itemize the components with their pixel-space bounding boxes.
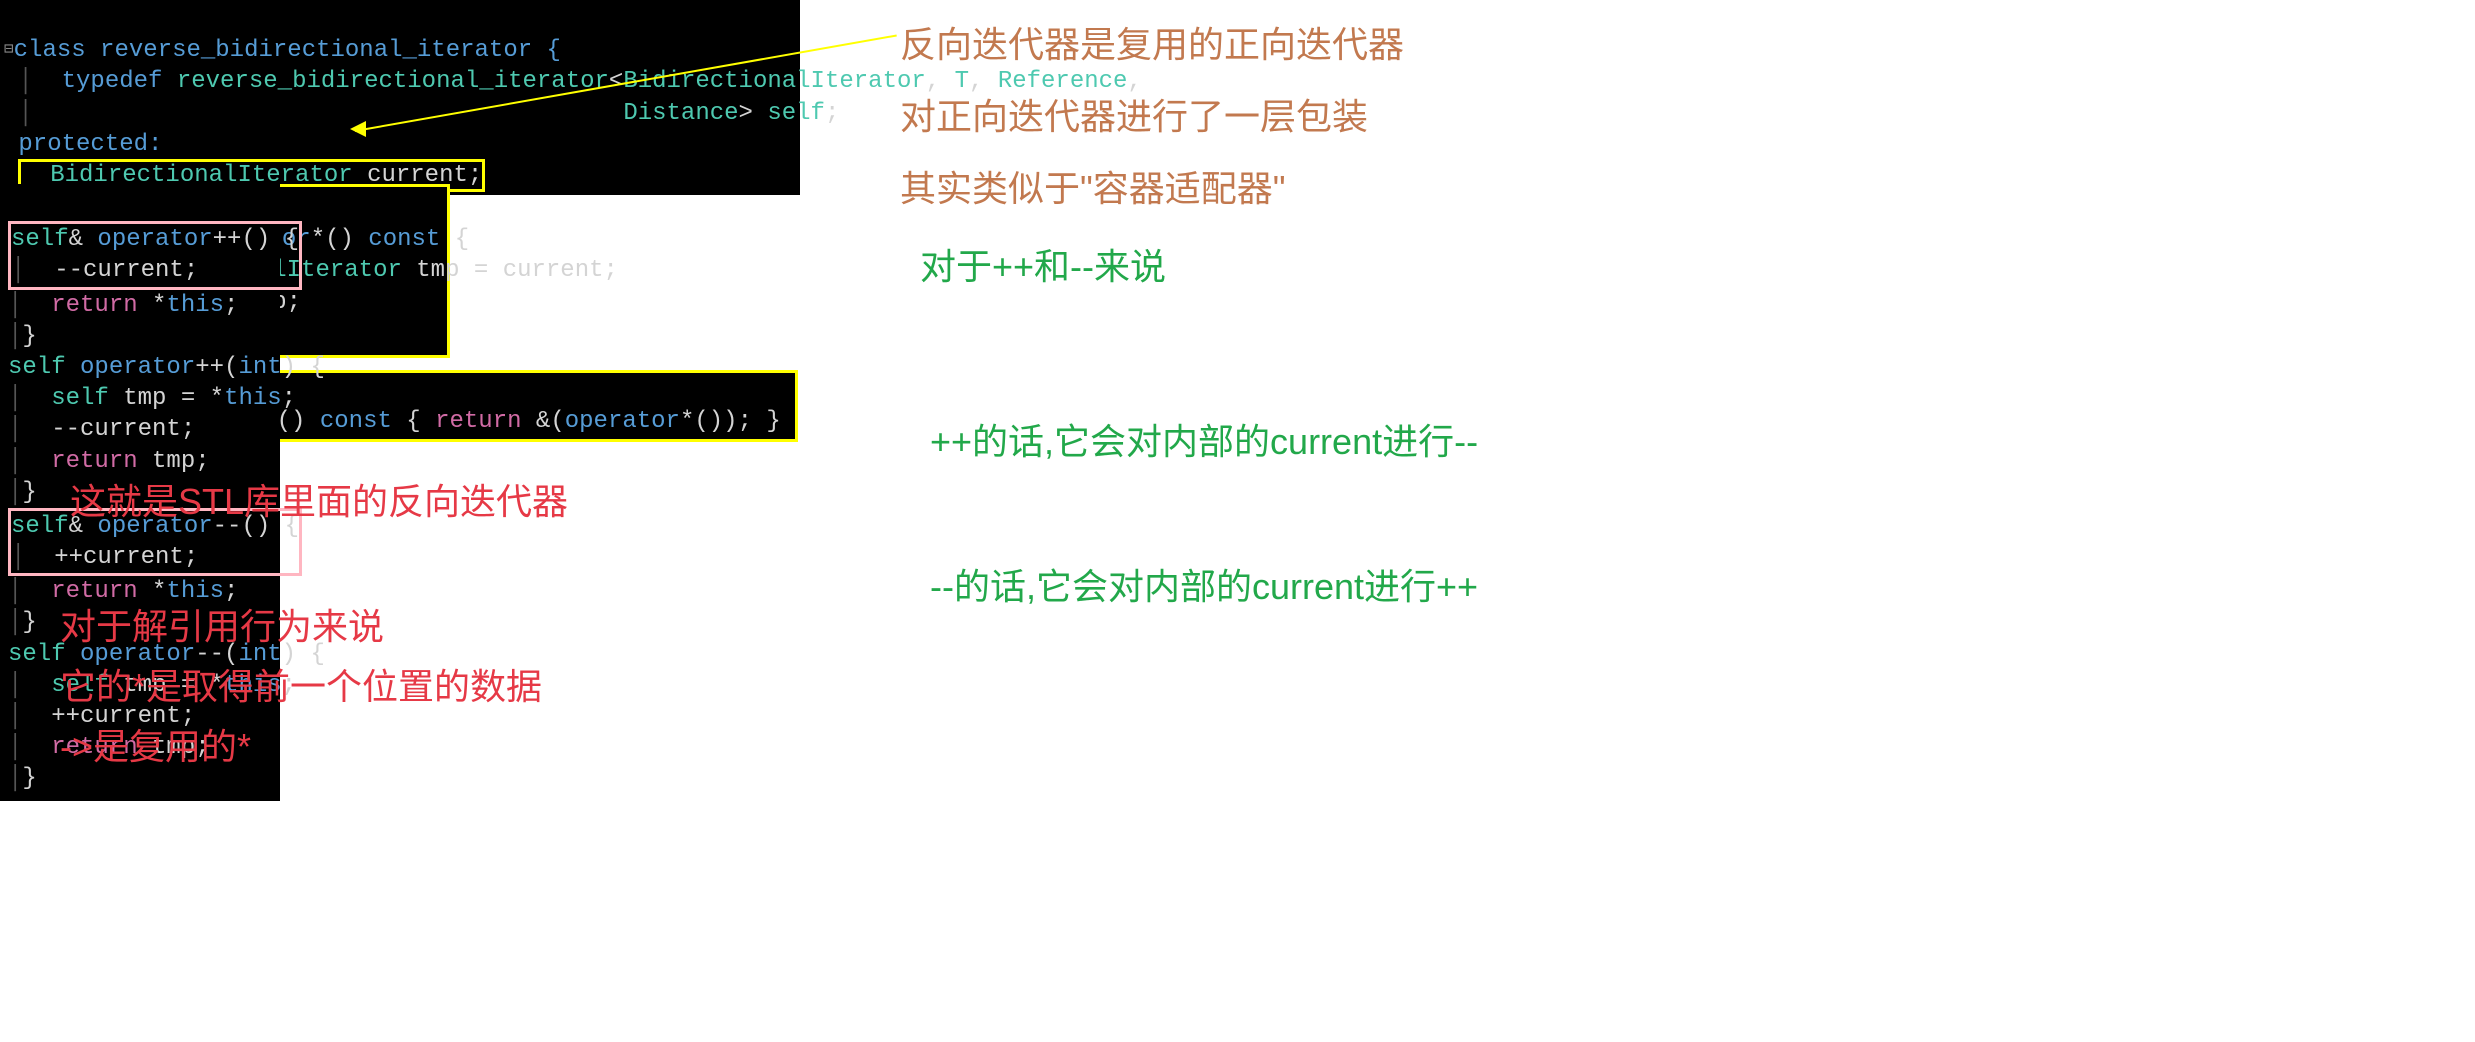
annotation-brown-3: 其实类似于"容器适配器" bbox=[900, 162, 1286, 216]
annotation-red-4: ->是复用的* bbox=[60, 720, 251, 774]
code-block-class-decl: ⊟class reverse_bidirectional_iterator { … bbox=[0, 0, 800, 195]
arrow-head-icon bbox=[350, 121, 366, 137]
annotation-green-1: 对于++和--来说 bbox=[920, 240, 1166, 294]
operator-plusplus-highlight: self& operator++() { │ --current; bbox=[8, 221, 302, 289]
class-line: class reverse_bidirectional_iterator { bbox=[14, 37, 561, 64]
annotation-green-2: ++的话,它会对内部的current进行-- bbox=[930, 415, 1478, 469]
annotation-red-3: 它的*是取得前一个位置的数据 bbox=[60, 660, 542, 714]
annotation-brown-2: 对正向迭代器进行了一层包装 bbox=[900, 90, 1368, 144]
annotation-brown-1: 反向迭代器是复用的正向迭代器 bbox=[900, 18, 1404, 72]
annotation-red-1: 这就是STL库里面的反向迭代器 bbox=[70, 475, 568, 529]
annotation-green-3: --的话,它会对内部的current进行++ bbox=[930, 560, 1478, 614]
annotation-red-2: 对于解引用行为来说 bbox=[60, 600, 384, 654]
